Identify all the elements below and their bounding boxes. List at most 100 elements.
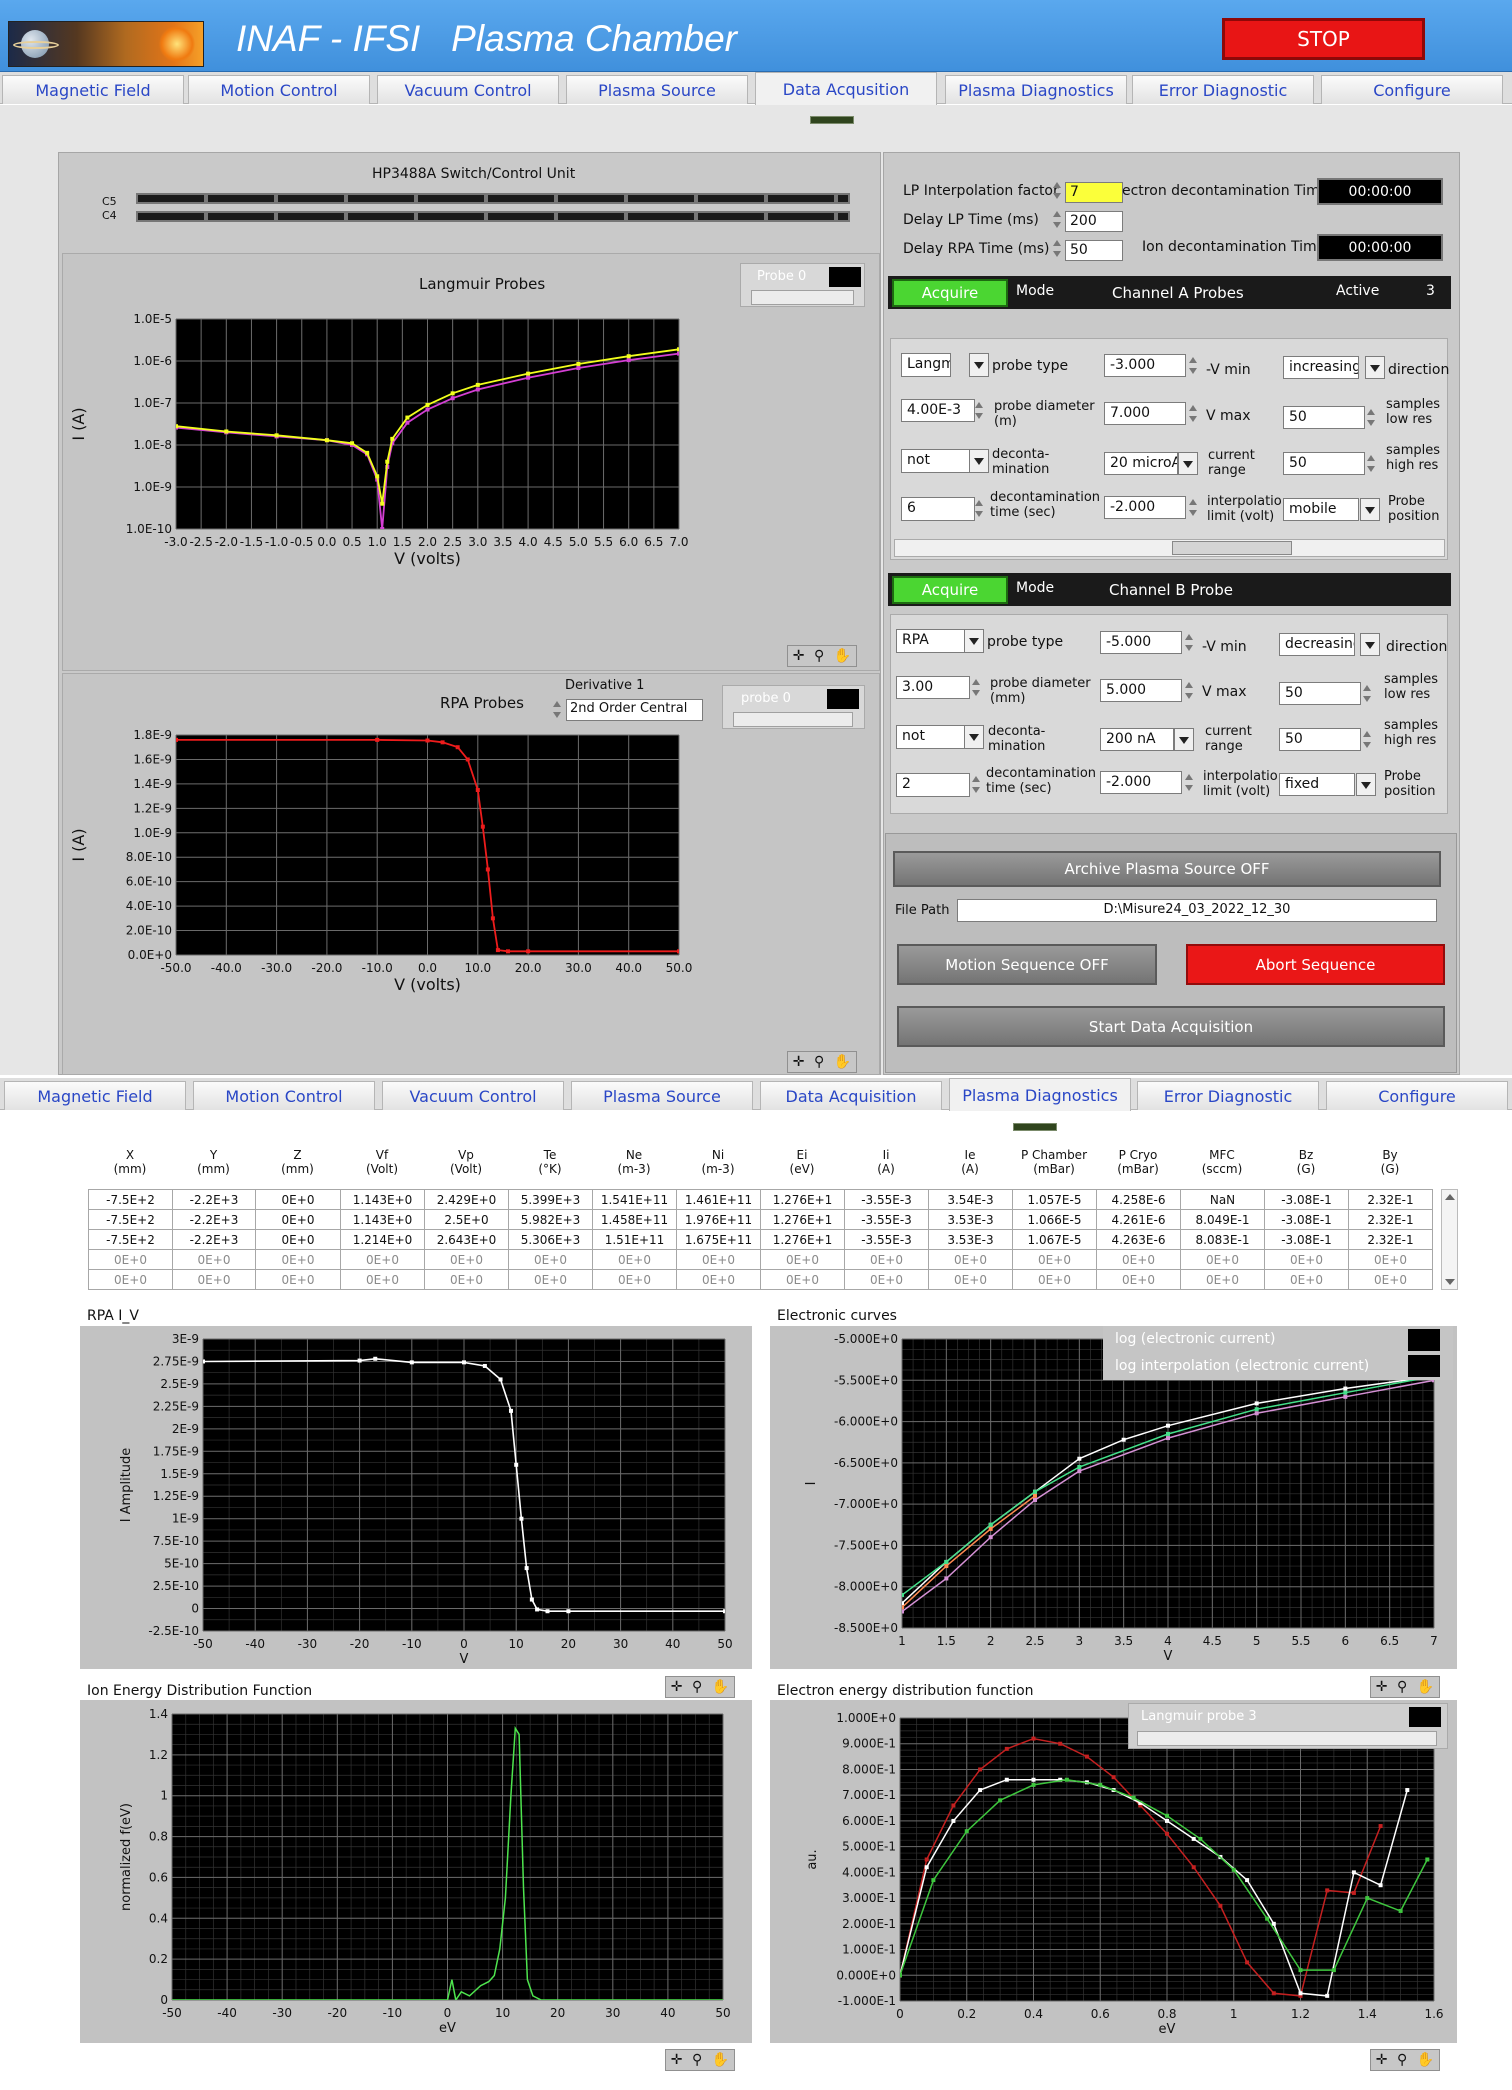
a-decon-time-field[interactable]: 6 [901, 497, 975, 521]
b-vmax-stepper[interactable] [1183, 679, 1195, 702]
a-current-select[interactable]: 20 microA [1104, 452, 1178, 475]
table-cell[interactable]: 0E+0 [760, 1249, 845, 1270]
table-cell[interactable]: -2.2E+3 [172, 1209, 256, 1230]
tab-data-acquisition[interactable]: Data Acqusition [755, 72, 937, 105]
table-cell[interactable]: 1.067E-5 [1012, 1229, 1097, 1250]
zoom-icon[interactable]: ⚲ [814, 1054, 824, 1070]
b-diameter-stepper[interactable] [970, 676, 982, 699]
table-cell[interactable]: 0E+0 [1264, 1269, 1349, 1290]
delay-lp-field[interactable]: 200 [1065, 211, 1123, 232]
zoom-icon[interactable]: ⚲ [1397, 1679, 1407, 1695]
tab-plasma-diagnostics[interactable]: Plasma Diagnostics [949, 1078, 1131, 1111]
crosshair-icon[interactable]: ✛ [793, 648, 805, 664]
zoom-icon[interactable]: ⚲ [692, 1679, 702, 1695]
eedf-plot-legend[interactable]: Langmuir probe 3 [1128, 1703, 1448, 1749]
table-cell[interactable]: 1.461E+11 [676, 1189, 761, 1210]
tab-plasma-diagnostics[interactable]: Plasma Diagnostics [945, 75, 1127, 104]
table-cell[interactable]: -7.5E+2 [88, 1209, 173, 1230]
table-cell[interactable]: 2.32E-1 [1348, 1229, 1433, 1250]
table-cell[interactable]: 0E+0 [255, 1229, 341, 1250]
table-cell[interactable]: 0E+0 [255, 1249, 341, 1270]
pan-hand-icon[interactable]: ✋ [1417, 1679, 1434, 1695]
tab-motion-control[interactable]: Motion Control [188, 75, 370, 104]
table-cell[interactable]: 1.057E-5 [1012, 1189, 1097, 1210]
delay-lp-stepper[interactable] [1051, 208, 1063, 231]
a-samples-low-field[interactable]: 50 [1283, 406, 1365, 429]
derivative-stepper[interactable] [551, 698, 563, 721]
table-cell[interactable]: 4.261E-6 [1096, 1209, 1181, 1230]
table-cell[interactable]: 0E+0 [928, 1269, 1013, 1290]
table-cell[interactable]: 1.51E+11 [592, 1229, 677, 1250]
table-cell[interactable]: 8.049E-1 [1180, 1209, 1265, 1230]
tab-error-diagnostic[interactable]: Error Diagnostic [1137, 1081, 1319, 1110]
table-cell[interactable]: 1.675E+11 [676, 1229, 761, 1250]
a-interp-stepper[interactable] [1187, 496, 1199, 519]
table-cell[interactable]: 1.214E+0 [340, 1229, 425, 1250]
lp-interp-field[interactable]: 7 [1065, 182, 1123, 203]
graph-toolbox[interactable]: ✛ ⚲ ✋ [665, 1676, 735, 1698]
a-vmax-field[interactable]: 7.000 [1104, 402, 1186, 425]
dropdown-arrow-icon[interactable] [1356, 773, 1376, 796]
crosshair-icon[interactable]: ✛ [671, 2052, 683, 2068]
b-current-select[interactable]: 200 nA [1100, 728, 1174, 751]
a-diameter-stepper[interactable] [973, 399, 985, 422]
archive-button[interactable]: Archive Plasma Source OFF [893, 851, 1441, 887]
table-cell[interactable]: 0E+0 [172, 1269, 256, 1290]
eedf-plot-scroll[interactable] [1137, 1731, 1437, 1746]
table-cell[interactable]: 0E+0 [1180, 1269, 1265, 1290]
a-samples-low-stepper[interactable] [1365, 406, 1377, 429]
b-interp-field[interactable]: -2.000 [1100, 771, 1182, 794]
table-cell[interactable]: 0E+0 [172, 1249, 256, 1270]
table-cell[interactable]: -2.2E+3 [172, 1229, 256, 1250]
table-cell[interactable]: -2.2E+3 [172, 1189, 256, 1210]
plot-style-icon[interactable] [1409, 1707, 1441, 1727]
table-cell[interactable]: 0E+0 [88, 1249, 173, 1270]
table-cell[interactable]: 0E+0 [844, 1249, 929, 1270]
table-cell[interactable]: 4.263E-6 [1096, 1229, 1181, 1250]
table-cell[interactable]: -3.08E-1 [1264, 1189, 1349, 1210]
table-cell[interactable]: 0E+0 [592, 1269, 677, 1290]
dropdown-arrow-icon[interactable] [969, 449, 989, 473]
b-decon-time-stepper[interactable] [970, 773, 982, 796]
motion-sequence-button[interactable]: Motion Sequence OFF [897, 944, 1157, 985]
table-cell[interactable]: 2.429E+0 [424, 1189, 509, 1210]
table-cell[interactable]: 2.32E-1 [1348, 1189, 1433, 1210]
a-decon-select[interactable]: not [901, 449, 975, 473]
tab-magnetic-field[interactable]: Magnetic Field [2, 75, 184, 104]
b-vmin-field[interactable]: -5.000 [1100, 631, 1182, 654]
b-interp-stepper[interactable] [1183, 771, 1195, 794]
scroll-down-icon[interactable] [1445, 1279, 1455, 1285]
table-cell[interactable]: 0E+0 [424, 1249, 509, 1270]
table-cell[interactable]: 1.276E+1 [760, 1189, 845, 1210]
b-probe-type-select[interactable]: RPA [896, 629, 968, 653]
acquire-a-button[interactable]: Acquire [892, 279, 1008, 307]
graph-toolbox[interactable]: ✛ ⚲ ✋ [787, 645, 857, 667]
b-samples-high-stepper[interactable] [1361, 728, 1373, 751]
acquire-b-button[interactable]: Acquire [892, 576, 1008, 604]
table-cell[interactable]: 4.258E-6 [1096, 1189, 1181, 1210]
derivative-field[interactable]: 2nd Order Central [566, 699, 703, 721]
a-interp-field[interactable]: -2.000 [1104, 496, 1186, 519]
table-cell[interactable]: 1.143E+0 [340, 1189, 425, 1210]
dropdown-arrow-icon[interactable] [1178, 452, 1198, 475]
b-decon-time-field[interactable]: 2 [896, 773, 970, 797]
tab-data-acquisition[interactable]: Data Acquisition [760, 1081, 942, 1110]
a-vmin-stepper[interactable] [1187, 354, 1199, 377]
table-cell[interactable]: 0E+0 [1180, 1249, 1265, 1270]
dropdown-arrow-icon[interactable] [1360, 498, 1380, 521]
table-cell[interactable]: 1.276E+1 [760, 1209, 845, 1230]
table-cell[interactable]: 0E+0 [1348, 1249, 1433, 1270]
tab-plasma-source[interactable]: Plasma Source [571, 1081, 753, 1110]
a-decon-time-stepper[interactable] [973, 497, 985, 520]
table-cell[interactable]: 0E+0 [508, 1249, 593, 1270]
abort-sequence-button[interactable]: Abort Sequence [1186, 944, 1445, 985]
table-cell[interactable]: 0E+0 [1012, 1269, 1097, 1290]
table-cell[interactable]: -3.08E-1 [1264, 1209, 1349, 1230]
table-cell[interactable]: 2.5E+0 [424, 1209, 509, 1230]
a-probe-type-select[interactable]: Langmui [901, 353, 951, 377]
dropdown-arrow-icon[interactable] [969, 353, 989, 377]
plot-style-icon[interactable] [829, 267, 861, 287]
table-cell[interactable]: 3.54E-3 [928, 1189, 1013, 1210]
b-samples-low-field[interactable]: 50 [1279, 682, 1361, 705]
table-scrollbar[interactable] [1441, 1189, 1458, 1290]
